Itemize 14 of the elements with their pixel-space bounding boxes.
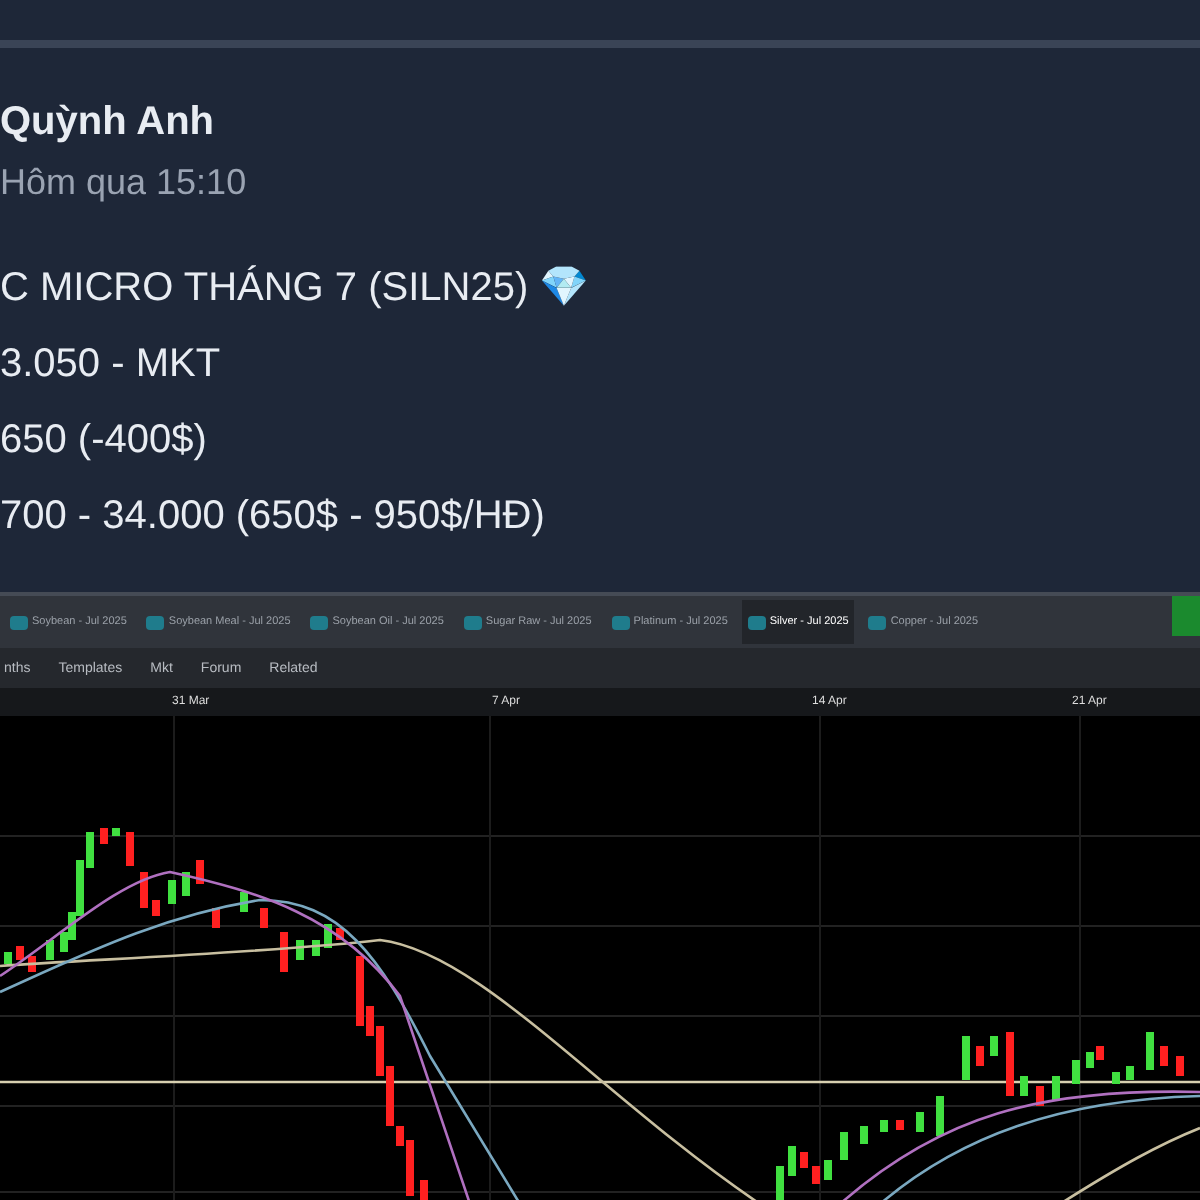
post-time: Hôm qua 15:10 xyxy=(0,162,247,204)
tag-icon xyxy=(10,615,28,629)
tag-icon xyxy=(146,615,165,629)
tag-icon xyxy=(463,615,482,629)
tag-icon xyxy=(868,615,887,629)
tag-icon xyxy=(747,615,766,629)
price-indicator xyxy=(1172,596,1200,636)
tag-icon xyxy=(611,615,630,629)
tag-icon xyxy=(310,615,329,629)
message-line: C MICRO THÁNG 7 (SILN25) 💎 xyxy=(0,264,590,314)
message-line: 3.050 - MKT xyxy=(0,340,221,390)
message-line: 650 (-400$) xyxy=(0,416,207,466)
message-line: 700 - 34.000 (650$ - 950$/HĐ) xyxy=(0,492,545,542)
author-name: Quỳnh Anh xyxy=(0,100,215,146)
